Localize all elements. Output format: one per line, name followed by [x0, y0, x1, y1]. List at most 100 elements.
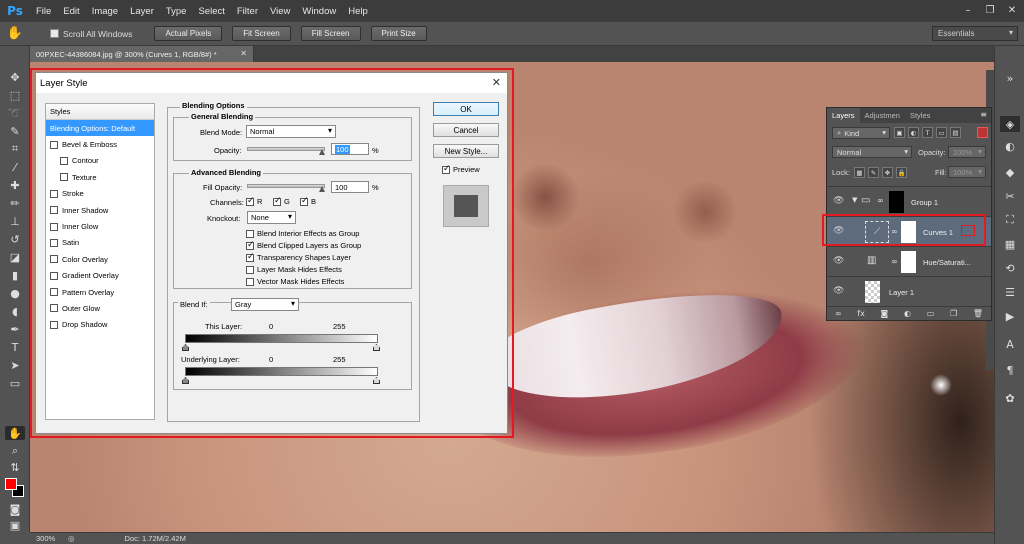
- crop-tool-icon[interactable]: ⌗: [5, 142, 25, 156]
- move-tool-icon[interactable]: ✥: [5, 70, 25, 84]
- zoom-level[interactable]: 300%: [30, 534, 68, 543]
- share-icon[interactable]: ◎: [68, 534, 75, 543]
- default-colors-icon[interactable]: ⇅: [5, 460, 25, 474]
- filter-adjustment-icon[interactable]: ◐: [908, 127, 919, 138]
- panel-menu-icon[interactable]: ≡: [980, 110, 987, 119]
- minimize-button[interactable]: –: [960, 3, 976, 17]
- menu-view[interactable]: View: [264, 6, 296, 17]
- eyedropper-tool-icon[interactable]: ⁄: [5, 160, 25, 174]
- actions-panel-icon[interactable]: ▶: [1000, 308, 1020, 324]
- close-window-button[interactable]: ✕: [1004, 3, 1020, 17]
- scroll-all-windows-checkbox[interactable]: [50, 29, 59, 38]
- clone-stamp-tool-icon[interactable]: ⊥: [5, 214, 25, 228]
- rectangle-tool-icon[interactable]: ▭: [5, 376, 25, 390]
- paths-panel-icon[interactable]: ✂: [1000, 188, 1020, 204]
- history-panel-icon[interactable]: ⟲: [1000, 260, 1020, 276]
- pen-tool-icon[interactable]: ✒: [5, 322, 25, 336]
- healing-brush-tool-icon[interactable]: ✚: [5, 178, 25, 192]
- lock-position-icon[interactable]: ✥: [882, 167, 893, 178]
- filter-smart-object-icon[interactable]: ▤: [950, 127, 961, 138]
- actual-pixels-button[interactable]: Actual Pixels: [154, 26, 223, 41]
- layer-row-group-1[interactable]: 👁 ▼ ▭ ∞ Group 1: [827, 186, 991, 216]
- swatches-panel-icon[interactable]: ▦: [1000, 236, 1020, 252]
- type-tool-icon[interactable]: T: [5, 340, 25, 354]
- layer-blend-mode-select[interactable]: Normal: [832, 146, 912, 158]
- marquee-tool-icon[interactable]: ⬚: [5, 88, 25, 102]
- menu-edit[interactable]: Edit: [57, 6, 85, 17]
- adjustments-panel-icon[interactable]: ◐: [1000, 138, 1020, 154]
- layer-opacity-input[interactable]: 100%: [948, 146, 986, 158]
- brushes-panel-icon[interactable]: ✿: [1000, 390, 1020, 406]
- menu-select[interactable]: Select: [192, 6, 230, 17]
- close-tab-icon[interactable]: ✕: [240, 49, 247, 58]
- panel-collapse-icon[interactable]: »: [1000, 70, 1020, 86]
- visibility-eye-icon[interactable]: 👁: [833, 256, 844, 266]
- menu-file[interactable]: File: [30, 6, 57, 17]
- layer-fill-input[interactable]: 100%: [948, 166, 986, 178]
- eraser-tool-icon[interactable]: ◪: [5, 250, 25, 264]
- lock-transparent-icon[interactable]: ▦: [854, 167, 865, 178]
- path-select-tool-icon[interactable]: ➤: [5, 358, 25, 372]
- layer-row-hue-saturation[interactable]: 👁 ▥ ∞ Hue/Saturati...: [827, 246, 991, 276]
- menu-help[interactable]: Help: [342, 6, 374, 17]
- new-group-icon[interactable]: ▭: [927, 309, 935, 318]
- print-size-button[interactable]: Print Size: [370, 26, 427, 41]
- filter-pixel-icon[interactable]: ▣: [894, 127, 905, 138]
- layer-mask-thumbnail[interactable]: [889, 191, 904, 213]
- hand-tool-icon[interactable]: ✋: [5, 426, 25, 440]
- layer-mask-thumbnail[interactable]: [901, 251, 916, 273]
- styles-panel-icon[interactable]: ◆: [1000, 164, 1020, 180]
- chain-link-icon[interactable]: ∞: [891, 257, 898, 266]
- history-brush-tool-icon[interactable]: ↺: [5, 232, 25, 246]
- foreground-color-swatch[interactable]: [5, 478, 17, 490]
- add-layer-style-icon[interactable]: fx: [857, 309, 865, 318]
- workspace-switcher[interactable]: Essentials: [932, 26, 1018, 41]
- restore-button[interactable]: ❐: [982, 3, 998, 17]
- menu-layer[interactable]: Layer: [124, 6, 160, 17]
- delete-layer-icon[interactable]: 🗑: [973, 309, 983, 318]
- fill-screen-button[interactable]: Fill Screen: [300, 26, 361, 41]
- layer-row-layer-1[interactable]: 👁 Layer 1: [827, 276, 991, 306]
- tab-layers[interactable]: Layers: [827, 108, 860, 123]
- lock-pixels-icon[interactable]: ✎: [868, 167, 879, 178]
- menu-type[interactable]: Type: [160, 6, 193, 17]
- link-layers-icon[interactable]: ∞: [835, 309, 842, 318]
- channels-panel-icon[interactable]: ⛶: [1000, 212, 1020, 228]
- fit-screen-button[interactable]: Fit Screen: [232, 26, 291, 41]
- layers-panel-icon[interactable]: ◈: [1000, 116, 1020, 132]
- hand-tool-preset-icon[interactable]: ✋: [0, 26, 30, 41]
- filter-toggle-icon[interactable]: [977, 127, 988, 138]
- character-panel-icon[interactable]: A: [1000, 336, 1020, 352]
- brush-tool-icon[interactable]: ✏: [5, 196, 25, 210]
- tab-adjustments[interactable]: Adjustmen: [860, 108, 905, 123]
- properties-panel-icon[interactable]: ☰: [1000, 284, 1020, 300]
- blur-tool-icon[interactable]: ●: [5, 286, 25, 300]
- paragraph-panel-icon[interactable]: ¶: [1000, 362, 1020, 378]
- visibility-eye-icon[interactable]: 👁: [833, 286, 844, 296]
- document-tab[interactable]: 00PXEC-44386084.jpg @ 300% (Curves 1, RG…: [30, 46, 254, 62]
- quick-mask-icon[interactable]: ◙: [5, 502, 25, 516]
- visibility-eye-icon[interactable]: 👁: [833, 196, 844, 206]
- layer-thumbnail[interactable]: [865, 281, 880, 303]
- filter-shape-icon[interactable]: ▭: [936, 127, 947, 138]
- screen-mode-icon[interactable]: ▣: [5, 518, 25, 532]
- new-layer-icon[interactable]: ❐: [950, 309, 957, 318]
- zoom-tool-icon[interactable]: ⌕: [5, 444, 25, 458]
- gradient-tool-icon[interactable]: ▮: [5, 268, 25, 282]
- lasso-tool-icon[interactable]: ➰: [5, 106, 25, 120]
- group-expand-icon[interactable]: ▼: [852, 196, 857, 204]
- hue-saturation-adjustment-icon[interactable]: ▥: [867, 255, 876, 266]
- menu-image[interactable]: Image: [86, 6, 124, 17]
- menu-filter[interactable]: Filter: [231, 6, 264, 17]
- tab-styles[interactable]: Styles: [905, 108, 935, 123]
- filter-type-icon[interactable]: T: [922, 127, 933, 138]
- layer-filter-kind[interactable]: ⌕ Kind: [832, 127, 890, 139]
- quick-select-tool-icon[interactable]: ✎: [5, 124, 25, 138]
- menu-window[interactable]: Window: [296, 6, 342, 17]
- new-adjustment-layer-icon[interactable]: ◐: [904, 309, 911, 318]
- lock-all-icon[interactable]: 🔒: [896, 167, 907, 178]
- scroll-all-windows-option[interactable]: Scroll All Windows: [50, 29, 132, 39]
- chain-link-icon[interactable]: ∞: [877, 196, 884, 205]
- add-mask-icon[interactable]: ◙: [881, 309, 889, 318]
- dodge-tool-icon[interactable]: ◖: [5, 304, 25, 318]
